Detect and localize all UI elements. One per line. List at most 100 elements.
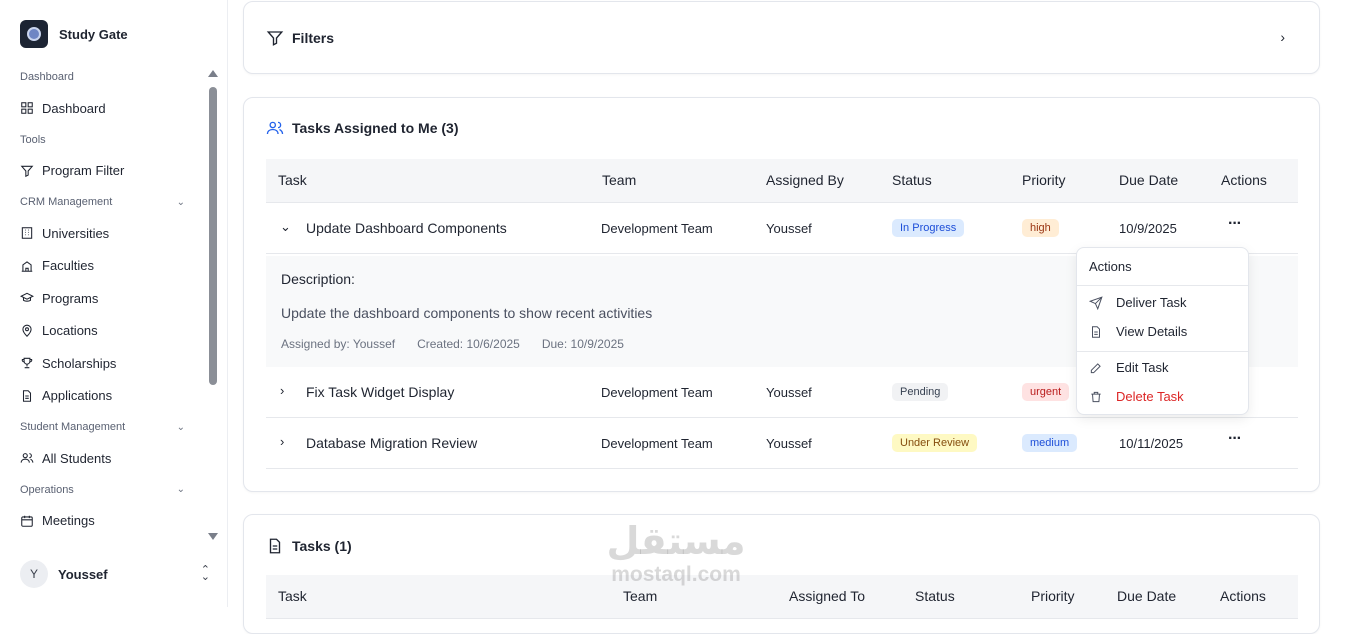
section-label: CRM Management	[20, 196, 113, 208]
sidebar-item-label: Scholarships	[42, 355, 117, 371]
col-due-date[interactable]: Due Date	[1119, 172, 1178, 188]
section-label: Dashboard	[20, 71, 74, 83]
sidebar-item-programs[interactable]: Programs	[0, 282, 205, 315]
task-due-date: 10/9/2025	[1119, 221, 1177, 236]
trophy-icon	[21, 358, 33, 369]
section-crm-management[interactable]: CRM Management ⌄	[0, 187, 205, 217]
menu-item-label: Deliver Task	[1116, 295, 1187, 310]
edit-icon	[1090, 362, 1101, 373]
avatar: Y	[20, 560, 48, 588]
task-name: Database Migration Review	[306, 435, 478, 451]
sidebar-item-label: Programs	[42, 290, 99, 306]
scroll-up-arrow-icon[interactable]	[208, 70, 218, 77]
more-actions-icon[interactable]: ···	[1228, 215, 1242, 233]
section-dashboard: Dashboard	[0, 62, 205, 92]
chevron-down-icon: ⌄	[176, 484, 185, 495]
menu-divider	[1077, 351, 1248, 352]
sidebar-item-locations[interactable]: Locations	[0, 315, 205, 348]
sidebar-item-program-filter[interactable]: Program Filter	[0, 155, 205, 188]
sidebar-item-all-students[interactable]: All Students	[0, 442, 205, 475]
col-actions: Actions	[1220, 588, 1266, 604]
grid-icon	[21, 102, 33, 115]
chevron-down-icon[interactable]: ⌄	[280, 219, 291, 235]
section-label: Operations	[20, 483, 74, 496]
col-assigned-by[interactable]: Assigned By	[766, 172, 844, 188]
sidebar-item-label: Universities	[42, 225, 110, 241]
col-status[interactable]: Status	[892, 172, 932, 188]
scroll-thumb[interactable]	[209, 87, 217, 385]
file-icon	[22, 389, 32, 402]
sidebar-item-label: Applications	[42, 388, 113, 404]
filters-title: Filters	[292, 30, 335, 46]
actions-dropdown: Actions Deliver Task View Details Edit T…	[1076, 247, 1249, 415]
sidebar-item-dashboard[interactable]: Dashboard	[0, 92, 205, 125]
table-header: Task Team Assigned By Status Priority Du…	[266, 159, 1298, 203]
more-actions-icon[interactable]: ···	[1228, 430, 1242, 448]
col-priority[interactable]: Priority	[1031, 588, 1075, 604]
col-status[interactable]: Status	[915, 588, 955, 604]
sidebar-item-meetings[interactable]: Meetings	[0, 505, 205, 538]
description-heading: Description:	[281, 271, 355, 287]
tasks-card: Tasks (1) Task Team Assigned To Status P…	[243, 514, 1320, 634]
col-team[interactable]: Team	[623, 588, 657, 604]
map-pin-icon	[22, 324, 32, 337]
users-icon	[20, 453, 34, 463]
sidebar-item-label: Meetings	[42, 513, 95, 529]
delete-task-menu-item[interactable]: Delete Task	[1089, 389, 1184, 404]
filters-card[interactable]: Filters ›	[243, 1, 1320, 74]
col-task[interactable]: Task	[278, 588, 307, 604]
task-assigned-by: Youssef	[766, 436, 812, 451]
assigned-tasks-header: Tasks Assigned to Me (3)	[266, 119, 458, 137]
trash-icon	[1091, 391, 1101, 402]
calendar-icon	[21, 515, 33, 527]
assigned-tasks-title: Tasks Assigned to Me (3)	[292, 120, 459, 136]
col-assigned-to[interactable]: Assigned To	[789, 588, 865, 604]
section-operations[interactable]: Operations ⌄	[0, 475, 205, 505]
section-student-management[interactable]: Student Management ⌄	[0, 412, 205, 442]
sidebar-item-label: All Students	[42, 450, 112, 466]
col-priority[interactable]: Priority	[1022, 172, 1066, 188]
task-assigned-by: Youssef	[766, 385, 812, 400]
deliver-task-menu-item[interactable]: Deliver Task	[1089, 295, 1187, 310]
file-text-icon	[269, 538, 281, 554]
chevron-right-icon[interactable]: ›	[280, 434, 284, 449]
actions-menu-title: Actions	[1089, 259, 1132, 274]
chevron-right-icon[interactable]: ›	[280, 383, 284, 398]
sidebar-item-label: Faculties	[42, 258, 95, 274]
col-team[interactable]: Team	[602, 172, 636, 188]
menu-item-label: View Details	[1116, 324, 1188, 339]
brand-name: Study Gate	[59, 26, 128, 42]
edit-task-menu-item[interactable]: Edit Task	[1089, 360, 1169, 375]
priority-badge: urgent	[1022, 383, 1070, 401]
file-text-icon	[1092, 325, 1100, 338]
sidebar-item-label: Dashboard	[42, 100, 106, 116]
menu-divider	[1077, 285, 1248, 286]
view-details-menu-item[interactable]: View Details	[1089, 324, 1187, 339]
sidebar-item-universities[interactable]: Universities	[0, 217, 205, 250]
task-due-date: 10/11/2025	[1119, 436, 1184, 451]
sidebar-item-applications[interactable]: Applications	[0, 380, 205, 413]
school-icon	[21, 261, 33, 272]
sidebar-scrollbar[interactable]	[208, 70, 218, 540]
description-text: Update the dashboard components to show …	[281, 305, 653, 321]
task-team: Development Team	[601, 385, 713, 400]
user-menu[interactable]: Y Youssef ⌃ ⌄	[20, 560, 210, 588]
task-name: Fix Task Widget Display	[306, 384, 455, 400]
section-tools: Tools	[0, 125, 205, 155]
meta-created: Created: 10/6/2025	[417, 337, 520, 351]
col-due-date[interactable]: Due Date	[1117, 588, 1176, 604]
brand-logo-icon	[20, 20, 48, 48]
sidebar-item-label: Program Filter	[42, 163, 125, 179]
chevron-right-icon[interactable]: ›	[1280, 29, 1285, 45]
status-badge: Under Review	[892, 434, 978, 452]
scroll-down-arrow-icon[interactable]	[208, 533, 218, 540]
brand[interactable]: Study Gate	[20, 20, 128, 48]
sidebar-item-scholarships[interactable]: Scholarships	[0, 347, 205, 380]
tasks-header: Tasks (1)	[266, 537, 352, 555]
sidebar-item-faculties[interactable]: Faculties	[0, 250, 205, 283]
col-task[interactable]: Task	[278, 172, 307, 188]
chevron-down-icon: ⌄	[176, 421, 185, 433]
sidebar-item-label: Locations	[42, 323, 98, 339]
table-row[interactable]: › Database Migration Review Development …	[266, 418, 1298, 469]
menu-item-label: Delete Task	[1116, 389, 1184, 404]
